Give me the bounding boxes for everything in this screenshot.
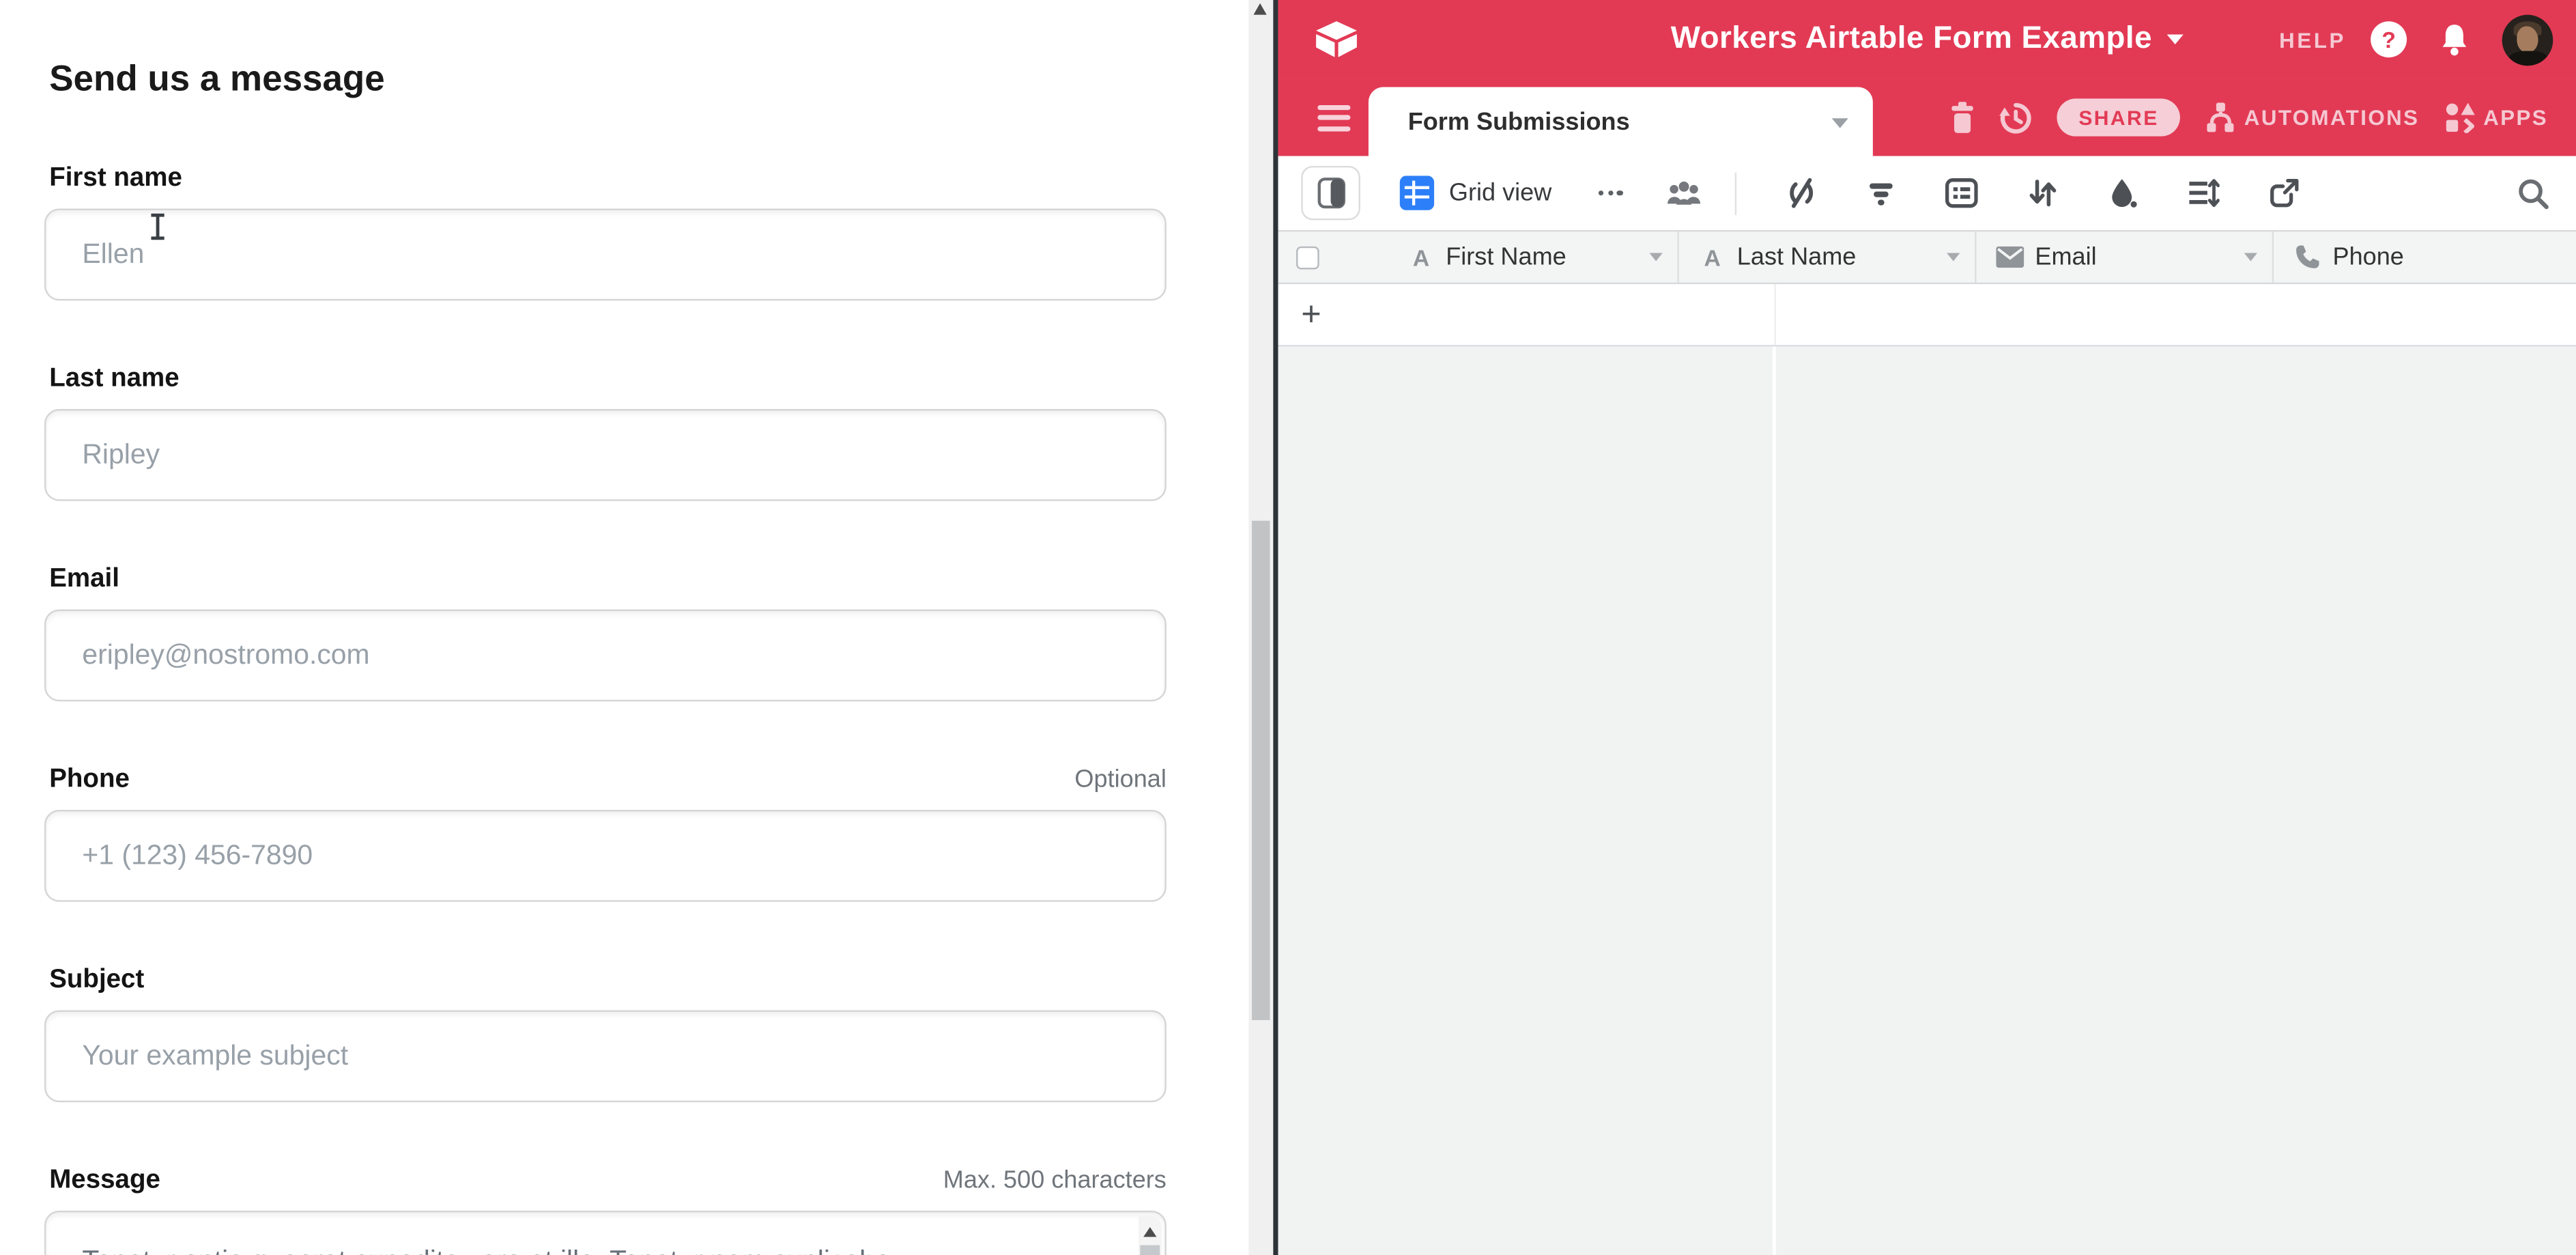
view-more-menu-button[interactable] [1598,191,1623,196]
help-button[interactable]: HELP [2279,27,2346,52]
grid-column-header-row: A First Name A Last Name Email [1278,230,2576,284]
message-maxchars-note: Max. 500 characters [943,1165,1167,1198]
message-text: Tenetur optio quaerat expedita vero et i… [46,1212,1164,1255]
field-group-first-name: First name [44,163,1167,300]
column-header-email[interactable]: Email [1976,231,2274,283]
automations-icon [2205,102,2236,133]
view-name: Grid view [1449,179,1551,207]
first-name-input[interactable] [44,209,1167,301]
first-name-label: First name [49,163,182,195]
scrollbar-up-arrow-icon[interactable] [1253,3,1266,15]
base-title-caret-icon[interactable] [2167,35,2184,44]
grid-empty-area [1278,347,2576,1255]
column-divider [1773,347,1776,1255]
page-scrollbar[interactable] [1248,0,1273,1255]
share-button[interactable]: SHARE [2057,98,2180,136]
contact-form: Send us a message First name Last name E… [44,0,1167,1255]
field-group-last-name: Last name [44,363,1167,501]
message-textarea[interactable]: Tenetur optio quaerat expedita vero et i… [44,1211,1167,1255]
hide-fields-button[interactable] [1786,178,1817,209]
email-input[interactable] [44,610,1167,702]
add-record-plus[interactable]: + [1301,296,1321,335]
phone-icon [2293,243,2321,271]
text-field-icon: A [1699,244,1726,270]
table-tab-bar: Form Submissions SHARE [1278,79,2576,156]
tab-caret-icon[interactable] [1832,118,1848,128]
window-divider [1273,0,1278,1255]
add-record-row[interactable]: + [1278,284,2576,346]
screen: Send us a message First name Last name E… [0,0,2576,1255]
apps-icon [2444,102,2475,133]
phone-input[interactable] [44,810,1167,902]
airtable-window: Workers Airtable Form Example HELP ? [1278,0,2576,1255]
textarea-scroll-thumb[interactable] [1140,1245,1160,1255]
toolbar-divider [1734,171,1736,214]
column-caret-icon[interactable] [2244,253,2257,261]
subject-label: Subject [49,964,144,997]
select-all-checkbox[interactable] [1296,246,1319,269]
sidebar-menu-button[interactable] [1317,105,1350,131]
row-height-button[interactable] [2186,178,2219,209]
contact-form-pane: Send us a message First name Last name E… [0,0,1273,1255]
message-textarea-scrollbar[interactable] [1139,1215,1162,1255]
field-group-email: Email [44,563,1167,701]
tab-form-submissions[interactable]: Form Submissions [1369,87,1873,156]
color-button[interactable] [2108,178,2137,209]
search-button[interactable] [2517,177,2549,210]
history-icon[interactable] [2000,101,2033,134]
filter-button[interactable] [1866,178,1895,208]
view-sidebar-toggle-button[interactable] [1301,166,1360,220]
trash-icon[interactable] [1951,102,1975,133]
column-header-last-name[interactable]: A Last Name [1680,231,1976,283]
user-avatar[interactable] [2502,14,2553,65]
page-scroll-thumb[interactable] [1252,521,1270,1020]
automations-button[interactable]: AUTOMATIONS [2205,102,2419,133]
collaborators-icon[interactable] [1665,178,1702,208]
apps-button[interactable]: APPS [2444,102,2548,133]
column-divider [1774,284,1775,345]
field-group-message: Message Max. 500 characters Tenetur opti… [44,1165,1167,1255]
sort-button[interactable] [2027,178,2059,209]
i-beam-cursor [148,214,166,240]
airtable-logo-icon [1315,20,1359,59]
panel-icon [1317,178,1345,209]
envelope-icon [1996,246,2024,268]
phone-label: Phone [49,764,130,797]
field-group-subject: Subject [44,964,1167,1102]
text-field-icon: A [1408,244,1435,270]
last-name-input[interactable] [44,409,1167,501]
help-question-icon[interactable]: ? [2371,21,2407,57]
scroll-up-arrow-icon[interactable] [1143,1227,1156,1237]
row-select-gutter [1278,231,1388,283]
subject-input[interactable] [44,1011,1167,1103]
column-caret-icon[interactable] [1946,253,1959,261]
grid-view-icon [1400,175,1435,210]
last-name-label: Last name [49,363,179,396]
email-label: Email [49,563,119,596]
airtable-top-bar: Workers Airtable Form Example HELP ? [1278,0,2576,79]
group-button[interactable] [1945,178,1977,209]
column-header-first-name[interactable]: A First Name [1388,231,1680,283]
field-group-phone: Phone Optional [44,764,1167,902]
column-header-phone[interactable]: Phone [2274,231,2576,283]
notifications-bell-icon[interactable] [2438,22,2471,57]
share-view-button[interactable] [2269,178,2300,209]
base-title[interactable]: Workers Airtable Form Example [1671,21,2152,57]
grid-view-button[interactable]: Grid view [1400,175,1552,210]
phone-optional-note: Optional [1074,764,1166,797]
form-title: Send us a message [49,56,1167,100]
column-caret-icon[interactable] [1650,253,1663,261]
view-toolbar: Grid view [1278,156,2576,230]
message-label: Message [49,1165,160,1198]
